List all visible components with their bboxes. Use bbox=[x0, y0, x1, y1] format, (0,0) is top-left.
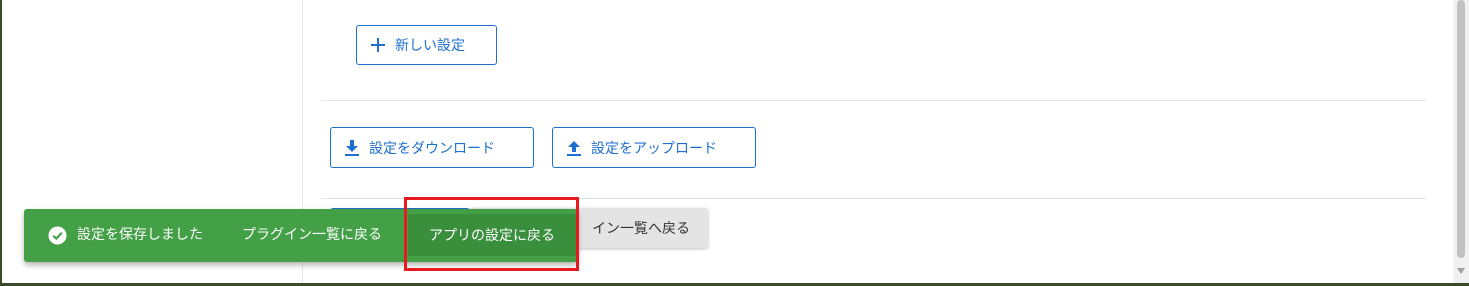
upload-icon bbox=[567, 140, 581, 156]
download-settings-button[interactable]: 設定をダウンロード bbox=[330, 127, 534, 168]
upload-settings-button[interactable]: 設定をアップロード bbox=[552, 127, 756, 168]
toast-back-to-app-settings-label: アプリの設定に戻る bbox=[429, 228, 555, 244]
download-icon bbox=[345, 139, 359, 156]
new-setting-button[interactable]: 新しい設定 bbox=[356, 25, 497, 65]
scrollbar-thumb[interactable] bbox=[1457, 0, 1465, 258]
vertical-scrollbar[interactable] bbox=[1453, 0, 1469, 286]
toast-back-to-plugins-link[interactable]: プラグイン一覧に戻る bbox=[242, 226, 382, 245]
download-settings-label: 設定をダウンロード bbox=[369, 140, 495, 157]
new-setting-label: 新しい設定 bbox=[395, 38, 465, 54]
toast-back-to-app-settings-button[interactable]: アプリの設定に戻る bbox=[408, 214, 576, 256]
section-divider bbox=[321, 198, 1426, 199]
plus-icon bbox=[371, 38, 385, 52]
section-divider bbox=[321, 100, 1426, 101]
scroll-down-arrow-icon[interactable] bbox=[1457, 268, 1465, 274]
upload-settings-label: 設定をアップロード bbox=[591, 140, 717, 157]
toast-message: 設定を保存しました bbox=[77, 227, 203, 243]
back-to-plugin-list-label: イン一覧へ戻る bbox=[592, 221, 690, 237]
save-success-toast: 設定を保存しました プラグイン一覧に戻る アプリの設定に戻る bbox=[24, 209, 578, 262]
check-circle-icon bbox=[48, 226, 67, 245]
